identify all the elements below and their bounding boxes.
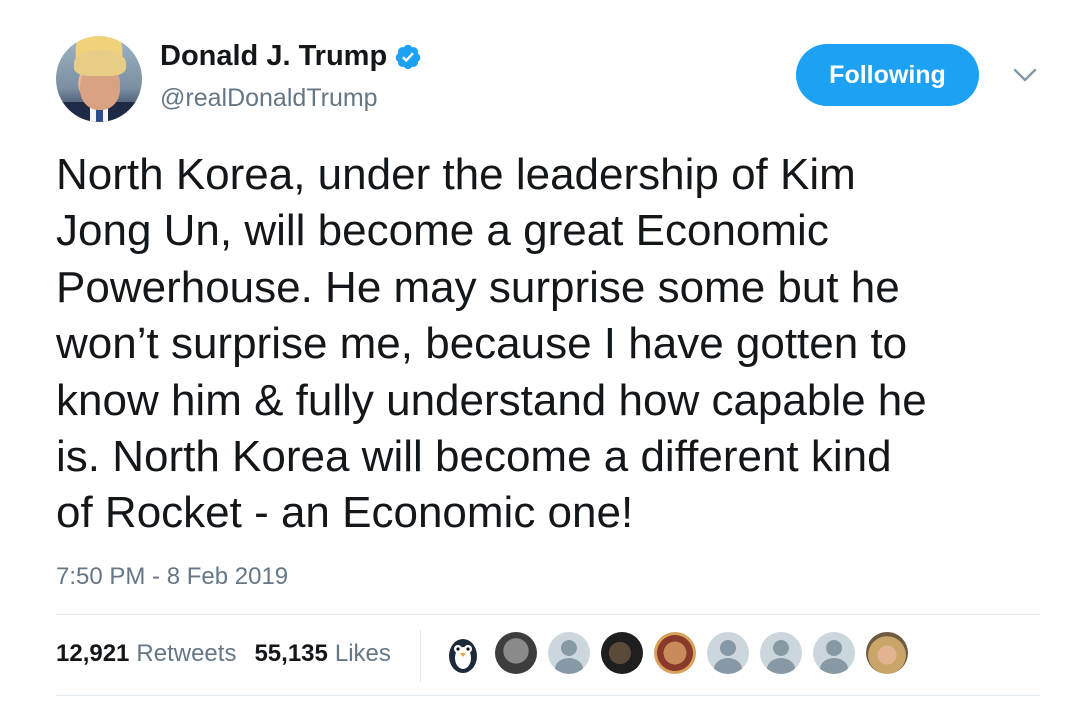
tweet-timestamp[interactable]: 7:50 PM - 8 Feb 2019: [56, 563, 288, 591]
user-handle[interactable]: @realDonaldTrump: [160, 84, 378, 113]
liker-avatars: [442, 632, 919, 674]
user-name-row[interactable]: Donald J. Trump: [160, 40, 422, 73]
penguin-icon: [449, 639, 477, 673]
divider-top: [56, 614, 1040, 615]
engagement-stats: 12,921 Retweets 55,135 Likes: [56, 640, 391, 668]
retweets-count[interactable]: 12,921: [56, 640, 129, 668]
liker-avatar-default[interactable]: [813, 632, 855, 674]
liker-avatar-default[interactable]: [707, 632, 749, 674]
liker-avatar-default[interactable]: [548, 632, 590, 674]
liker-avatar-photo[interactable]: [654, 632, 696, 674]
verified-badge-icon: [395, 44, 421, 69]
chevron-down-icon[interactable]: [1012, 66, 1038, 84]
divider-bottom: [56, 695, 1040, 696]
liker-avatar-default[interactable]: [760, 632, 802, 674]
likes-count[interactable]: 55,135: [254, 640, 327, 668]
liker-avatar-photo[interactable]: [601, 632, 643, 674]
stats-separator: [420, 630, 421, 682]
tweet-text: North Korea, under the leadership of Kim…: [56, 150, 927, 538]
liker-avatar-photo[interactable]: [495, 632, 537, 674]
avatar-hair: [74, 50, 126, 76]
likes-label[interactable]: Likes: [335, 640, 391, 668]
profile-avatar[interactable]: [56, 36, 142, 122]
liker-avatar-penguin[interactable]: [442, 632, 484, 674]
user-display-name[interactable]: Donald J. Trump: [160, 40, 387, 73]
liker-avatar-photo[interactable]: [866, 632, 908, 674]
retweets-label[interactable]: Retweets: [136, 640, 236, 668]
following-button[interactable]: Following: [796, 44, 979, 106]
